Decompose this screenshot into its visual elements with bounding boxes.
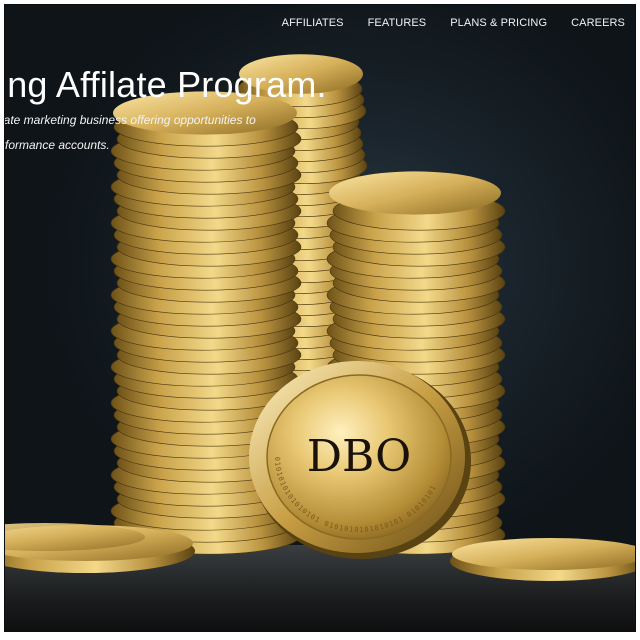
hero-subtitle-line-2: rformance accounts. <box>4 138 110 152</box>
nav-item-features[interactable]: FEATURES <box>368 17 427 29</box>
top-nav: AFFILIATES FEATURES PLANS & PRICING CARE… <box>282 17 635 29</box>
coin-label: DBO <box>307 431 412 482</box>
hero-section: 0101010101010101 0101010101010101 010101… <box>4 4 636 632</box>
nav-item-plans-pricing[interactable]: PLANS & PRICING <box>450 17 547 29</box>
hero-subtitle-line-1: iate marketing business offering opportu… <box>4 113 256 127</box>
nav-item-careers[interactable]: CAREERS <box>571 17 625 29</box>
hero-title: ing Affilate Program. <box>4 64 327 105</box>
nav-item-affiliates[interactable]: AFFILIATES <box>282 17 344 29</box>
